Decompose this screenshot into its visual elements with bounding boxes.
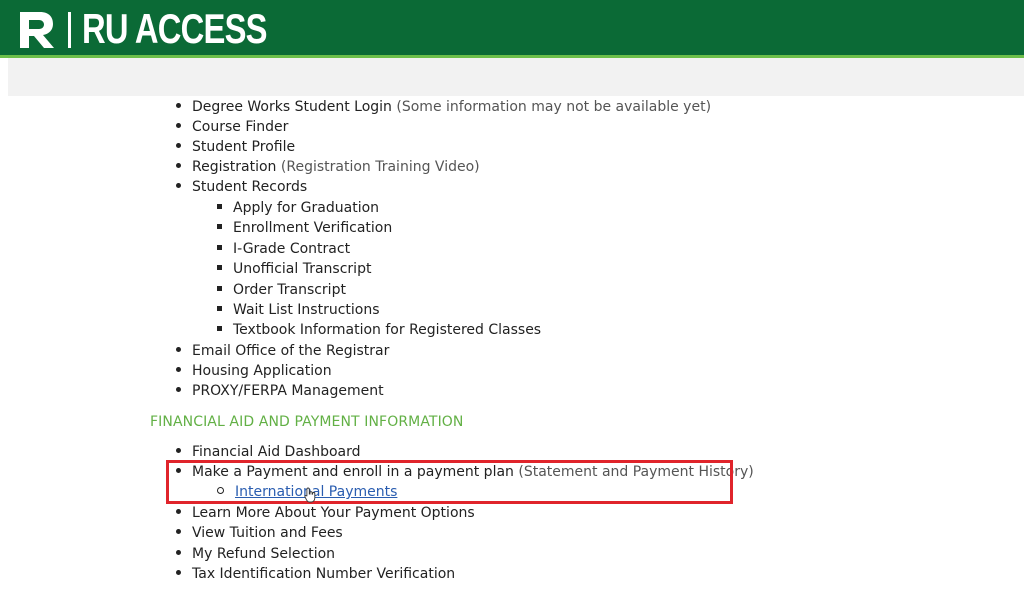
- list-item[interactable]: Course Finder: [176, 117, 288, 137]
- link-housing-application[interactable]: Housing Application: [192, 363, 332, 379]
- list-item[interactable]: Financial Aid Dashboard: [176, 442, 361, 462]
- link-international-payments[interactable]: International Payments: [235, 484, 397, 500]
- list-item[interactable]: Unofficial Transcript: [217, 259, 371, 279]
- link-statement-history[interactable]: (Statement and Payment History): [518, 464, 753, 480]
- list-item[interactable]: Degree Works Student Login (Some informa…: [176, 97, 711, 117]
- link-order-transcript[interactable]: Order Transcript: [233, 282, 346, 298]
- list-item[interactable]: PROXY/FERPA Management: [176, 381, 384, 401]
- square-bullet-icon: [217, 264, 222, 270]
- bullet-icon: [176, 447, 181, 453]
- logo-divider: [68, 12, 71, 48]
- link-proxy-ferpa[interactable]: PROXY/FERPA Management: [192, 383, 384, 399]
- square-bullet-icon: [217, 203, 222, 209]
- link-email-registrar[interactable]: Email Office of the Registrar: [192, 343, 389, 359]
- link-i-grade-contract[interactable]: I-Grade Contract: [233, 241, 350, 257]
- link-wait-list[interactable]: Wait List Instructions: [233, 302, 380, 318]
- bullet-icon: [176, 569, 181, 575]
- link-unofficial-transcript[interactable]: Unofficial Transcript: [233, 261, 371, 277]
- ru-logo-icon[interactable]: [16, 8, 56, 52]
- link-degree-works[interactable]: Degree Works Student Login: [192, 99, 392, 115]
- list-item[interactable]: Apply for Graduation: [217, 198, 379, 218]
- square-bullet-icon: [217, 305, 222, 311]
- link-tuition-fees[interactable]: View Tuition and Fees: [192, 525, 343, 541]
- list-item[interactable]: Housing Application: [176, 361, 332, 381]
- square-bullet-icon: [217, 244, 222, 250]
- bullet-icon: [176, 386, 181, 392]
- link-registration[interactable]: Registration: [192, 159, 276, 175]
- square-bullet-icon: [217, 223, 222, 229]
- link-refund-selection[interactable]: My Refund Selection: [192, 546, 335, 562]
- list-item[interactable]: Make a Payment and enroll in a payment p…: [176, 462, 754, 482]
- list-item[interactable]: My Refund Selection: [176, 544, 335, 564]
- link-payment-options[interactable]: Learn More About Your Payment Options: [192, 505, 475, 521]
- bullet-icon: [176, 122, 181, 128]
- list-item[interactable]: Order Transcript: [217, 280, 346, 300]
- site-title[interactable]: RU ACCESS: [82, 4, 267, 54]
- list-item[interactable]: Student Records: [176, 177, 307, 197]
- list-item[interactable]: Enrollment Verification: [217, 218, 392, 238]
- link-note: (Some information may not be available y…: [396, 99, 712, 115]
- link-apply-graduation[interactable]: Apply for Graduation: [233, 200, 379, 216]
- list-item[interactable]: Tax Identification Number Verification: [176, 564, 455, 584]
- list-item[interactable]: Learn More About Your Payment Options: [176, 503, 475, 523]
- circle-bullet-icon: [217, 486, 224, 494]
- bullet-icon: [176, 182, 181, 188]
- square-bullet-icon: [217, 285, 222, 291]
- financial-section-heading: FINANCIAL AID AND PAYMENT INFORMATION: [150, 414, 464, 430]
- list-item[interactable]: View Tuition and Fees: [176, 523, 343, 543]
- bullet-icon: [176, 467, 181, 473]
- list-item[interactable]: Wait List Instructions: [217, 300, 380, 320]
- link-course-finder[interactable]: Course Finder: [192, 119, 288, 135]
- link-financial-aid-dashboard[interactable]: Financial Aid Dashboard: [192, 444, 361, 460]
- nav-bar: [8, 58, 1024, 96]
- hand-cursor-icon: [304, 487, 316, 503]
- bullet-icon: [176, 528, 181, 534]
- list-item[interactable]: Textbook Information for Registered Clas…: [217, 320, 541, 340]
- bullet-icon: [176, 346, 181, 352]
- link-tin-verification[interactable]: Tax Identification Number Verification: [192, 566, 455, 582]
- bullet-icon: [176, 162, 181, 168]
- bullet-icon: [176, 102, 181, 108]
- site-header: RU ACCESS: [0, 0, 1024, 58]
- bullet-icon: [176, 366, 181, 372]
- square-bullet-icon: [217, 325, 222, 331]
- link-student-profile[interactable]: Student Profile: [192, 139, 295, 155]
- link-enrollment-verification[interactable]: Enrollment Verification: [233, 220, 392, 236]
- bullet-icon: [176, 508, 181, 514]
- link-registration-video[interactable]: (Registration Training Video): [281, 159, 480, 175]
- main-content: Degree Works Student Login (Some informa…: [0, 96, 1024, 589]
- bullet-icon: [176, 142, 181, 148]
- link-student-records[interactable]: Student Records: [192, 179, 307, 195]
- link-make-payment[interactable]: Make a Payment and enroll in a payment p…: [192, 464, 514, 480]
- link-textbook-info[interactable]: Textbook Information for Registered Clas…: [233, 322, 541, 338]
- list-item[interactable]: I-Grade Contract: [217, 239, 350, 259]
- list-item[interactable]: Student Profile: [176, 137, 295, 157]
- bullet-icon: [176, 549, 181, 555]
- list-item[interactable]: Email Office of the Registrar: [176, 341, 389, 361]
- list-item[interactable]: Registration (Registration Training Vide…: [176, 157, 480, 177]
